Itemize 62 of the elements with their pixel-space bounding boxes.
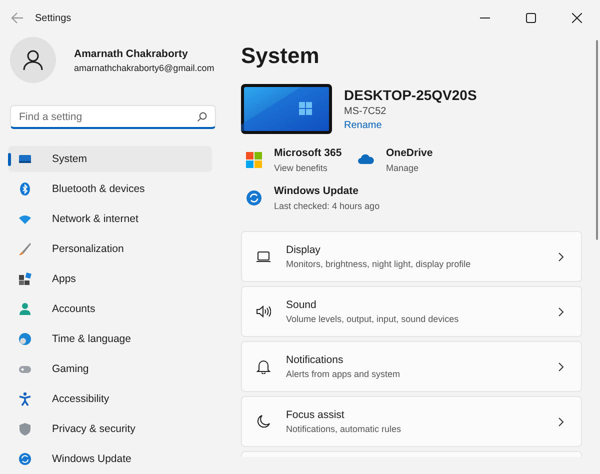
sync-icon [18,452,32,466]
sidebar-item[interactable]: Bluetooth & devices [8,176,212,202]
speaker-icon [256,304,271,319]
bluetooth-icon [18,182,32,196]
tile-subtitle: Manage [386,163,420,173]
device-name: DESKTOP-25QV20S [344,87,477,103]
windows-logo-icon[interactable] [246,152,262,168]
card-title: Focus assist [286,409,346,421]
tile-subtitle: Last checked: 4 hours ago [274,201,380,211]
bell-icon [256,359,271,374]
selection-indicator [8,153,11,166]
laptop-icon [256,249,271,264]
card-title: Display [286,244,322,256]
brush-icon [18,242,32,256]
sidebar-item[interactable]: Windows Update [8,446,212,472]
scrollbar[interactable] [596,40,598,240]
settings-card[interactable]: Focus assist Notifications, automatic rules [241,396,582,447]
back-arrow-icon[interactable] [10,11,24,25]
tile-title[interactable]: Microsoft 365 [274,147,342,159]
chevron-right-icon [557,362,565,372]
page-title: System [241,43,320,69]
close-icon[interactable] [572,13,582,23]
chevron-right-icon [557,252,565,262]
shield-icon [18,422,32,436]
accessibility-icon [18,392,32,406]
sync-icon[interactable] [246,190,262,206]
sidebar-item[interactable]: Gaming [8,356,212,382]
device-model: MS-7C52 [344,106,388,117]
window-title: Settings [35,12,72,24]
sidebar-item[interactable]: Personalization [8,236,212,262]
sidebar-item[interactable]: Accessibility [8,386,212,412]
tile-subtitle: View benefits [274,163,328,173]
settings-card[interactable]: Notifications Alerts from apps and system [241,341,582,392]
card-subtitle: Alerts from apps and system [286,369,402,379]
sidebar-item[interactable]: System [8,146,212,172]
sidebar-item[interactable]: Accounts [8,296,212,322]
sidebar-item[interactable]: Time & language [8,326,212,352]
maximize-icon[interactable] [526,13,536,23]
chevron-right-icon [557,306,565,316]
user-email: amarnathchakraborty6@gmail.com [74,62,214,72]
card-title: Notifications [286,354,344,366]
settings-card[interactable]: Sound Volume levels, output, input, sound devices [241,286,582,337]
person-icon [18,302,32,316]
card-subtitle: Monitors, brightness, night light, display profile [286,259,472,269]
monitor-icon [18,152,32,166]
card-title: Sound [286,299,318,311]
chevron-right-icon [557,416,565,426]
search-icon [197,112,207,122]
sidebar-item[interactable]: Network & internet [8,206,212,232]
sidebar-item[interactable]: Apps [8,266,212,292]
apps-icon [18,272,32,286]
rename-link[interactable]: Rename [344,120,477,131]
user-name: Amarnath Chakraborty [74,48,189,60]
tile-title[interactable]: Windows Update [274,185,380,197]
tile-title[interactable]: OneDrive [386,147,433,159]
search-field[interactable]: Find a setting [10,105,216,129]
settings-card[interactable]: Display Monitors, brightness, night light, display profile [241,231,582,282]
card-subtitle: Notifications, automatic rules [286,424,402,434]
card-subtitle: Volume levels, output, input, sound devices [286,314,460,324]
moon-icon [256,414,271,429]
person-icon [22,49,44,71]
sidebar-item[interactable]: Privacy & security [8,416,212,442]
